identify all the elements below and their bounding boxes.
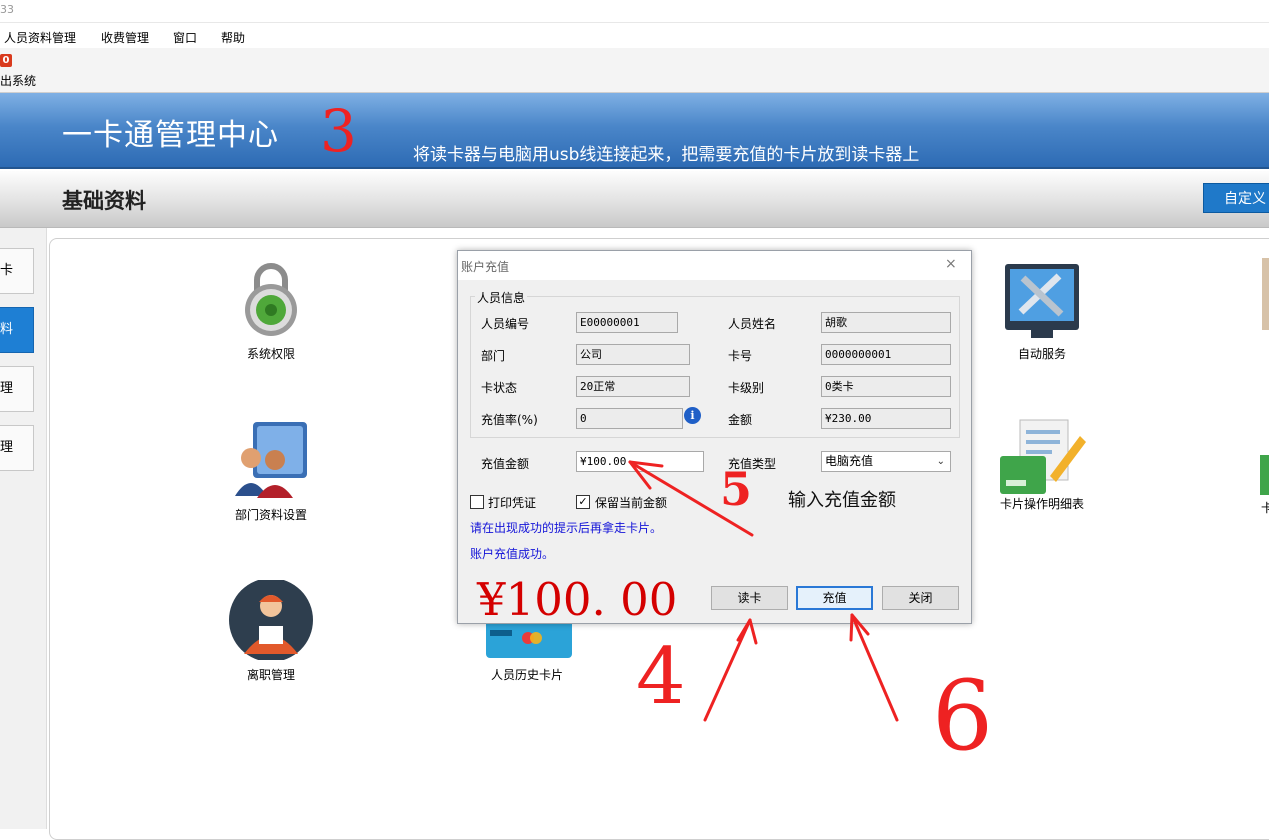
annotation-step-6: 6 — [932, 660, 994, 772]
annotation-arrows — [628, 460, 899, 722]
annotation-step-4: 4 — [636, 632, 686, 722]
annotation-input-note: 输入充值金额 — [788, 490, 896, 511]
annotation-step-5: 5 — [720, 462, 753, 516]
